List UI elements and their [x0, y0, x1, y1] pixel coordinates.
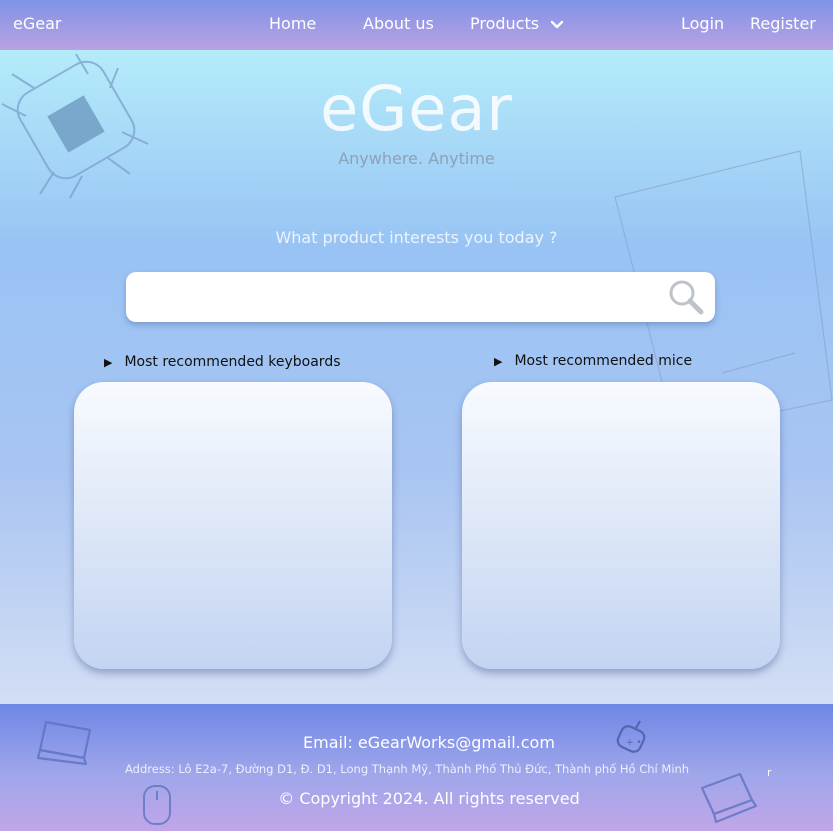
- hero-section: eGear Anywhere. Anytime What product int…: [0, 50, 833, 704]
- nav-register-link[interactable]: Register: [750, 14, 816, 33]
- search-prompt: What product interests you today ?: [275, 228, 558, 247]
- keyboards-section-label: Most recommended keyboards: [124, 354, 341, 370]
- hero-title: eGear: [320, 72, 513, 145]
- mice-section-toggle[interactable]: ▶ Most recommended mice: [494, 353, 692, 369]
- navbar: eGear Home About us Products Login Regis…: [0, 0, 833, 50]
- triangle-right-icon: ▶: [494, 355, 503, 368]
- search-icon: [669, 280, 704, 315]
- nav-products-dropdown[interactable]: Products: [470, 14, 564, 33]
- keyboards-card[interactable]: [74, 382, 392, 669]
- footer-address: Address: Lô E2a-7, Đường D1, Đ. D1, Long…: [125, 762, 690, 776]
- brand-logo[interactable]: eGear: [13, 14, 61, 33]
- mice-card[interactable]: [462, 382, 780, 669]
- mice-section-label: Most recommended mice: [514, 353, 693, 369]
- triangle-right-icon: ▶: [104, 356, 113, 369]
- hero-tagline: Anywhere. Anytime: [338, 149, 495, 168]
- nav-products-label: Products: [470, 14, 540, 33]
- search-bar[interactable]: [126, 272, 715, 322]
- keyboards-section-toggle[interactable]: ▶ Most recommended keyboards: [104, 354, 341, 370]
- nav-about-link[interactable]: About us: [363, 14, 434, 33]
- footer-email: Email: eGearWorks@gmail.com: [303, 733, 555, 752]
- footer-stray-text: r: [767, 766, 772, 779]
- nav-login-link[interactable]: Login: [681, 14, 724, 33]
- search-button[interactable]: [665, 277, 709, 319]
- footer: + • Email: eGearWorks@gmail.com Address:…: [0, 704, 833, 831]
- chevron-down-icon: [550, 20, 564, 28]
- footer-copyright: © Copyright 2024. All rights reserved: [278, 789, 580, 808]
- nav-home-link[interactable]: Home: [269, 14, 316, 33]
